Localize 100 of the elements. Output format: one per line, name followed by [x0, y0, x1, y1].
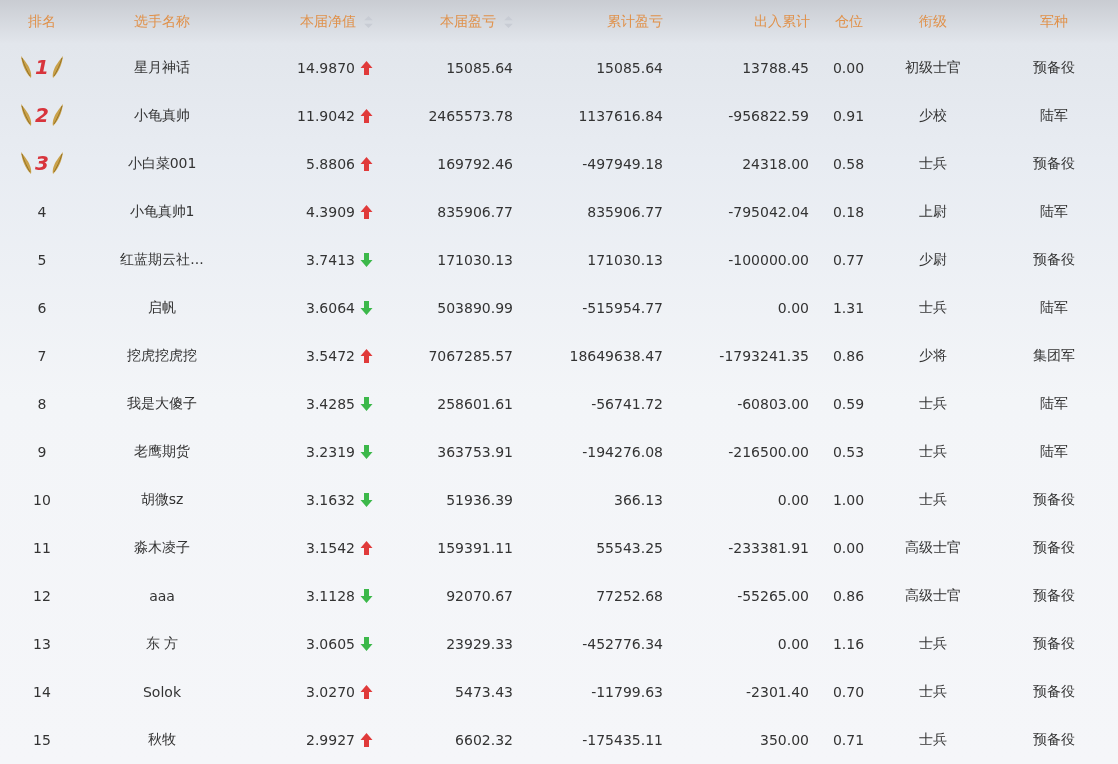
rank-title: 少将 [918, 347, 947, 363]
player-name: 我是大傻子 [127, 395, 197, 411]
profit-value: 51936.39 [446, 492, 513, 508]
service-branch: 预备役 [1033, 59, 1075, 75]
net-value: 4.3909 [306, 204, 355, 220]
position-ratio: 1.16 [832, 636, 865, 652]
cash-flow-total: -1793241.35 [719, 348, 809, 364]
cash-flow-total: -2301.40 [746, 684, 809, 700]
cash-flow-total: 350.00 [760, 732, 809, 748]
cash-flow-total: -100000.00 [728, 252, 809, 268]
cash-flow-total: -233381.91 [728, 540, 809, 556]
position-ratio: 0.58 [832, 156, 865, 172]
profit-value: 171030.13 [437, 252, 513, 268]
service-branch: 预备役 [1033, 587, 1075, 603]
rank-title: 上尉 [918, 203, 947, 219]
rank-medal: 1 [20, 53, 64, 80]
profit-value: 363753.91 [437, 444, 513, 460]
player-name: 秋牧 [148, 731, 176, 747]
rank-title: 士兵 [918, 731, 947, 747]
profit-value: 5473.43 [455, 684, 513, 700]
column-header: 出入累计 [754, 13, 810, 31]
position-ratio: 0.70 [832, 684, 865, 700]
rank-title: 士兵 [918, 683, 947, 699]
cumulative-profit: 366.13 [614, 492, 663, 508]
net-value: 3.4285 [306, 396, 355, 412]
rank-number: 11 [33, 540, 51, 556]
cumulative-profit: 171030.13 [587, 252, 663, 268]
service-branch: 预备役 [1033, 491, 1075, 507]
service-branch: 陆军 [1040, 299, 1068, 315]
rank-number: 9 [37, 444, 47, 460]
column-header: 军种 [1040, 13, 1068, 31]
position-ratio: 0.53 [832, 444, 865, 460]
cumulative-profit: 15085.64 [596, 60, 663, 76]
position-ratio: 1.00 [832, 492, 865, 508]
position-ratio: 0.91 [832, 108, 865, 124]
column-header: 选手名称 [134, 13, 190, 31]
position-ratio: 0.86 [832, 588, 865, 604]
service-branch: 陆军 [1040, 443, 1068, 459]
rank-title: 初级士官 [904, 59, 961, 75]
cumulative-profit: -515954.77 [582, 300, 663, 316]
service-branch: 陆军 [1040, 107, 1068, 123]
profit-value: 92070.67 [446, 588, 513, 604]
service-branch: 预备役 [1033, 635, 1075, 651]
player-name: 东 方 [145, 635, 179, 651]
net-value: 3.1128 [306, 588, 355, 604]
rank-title: 士兵 [918, 635, 947, 651]
rank-title: 少尉 [918, 251, 947, 267]
cumulative-profit: 835906.77 [587, 204, 663, 220]
cash-flow-total: 0.00 [777, 636, 809, 652]
position-ratio: 1.31 [832, 300, 865, 316]
position-ratio: 0.18 [832, 204, 865, 220]
net-value: 3.0605 [306, 636, 355, 652]
rank-number: 4 [37, 204, 47, 220]
column-header[interactable]: 本届净值 [300, 13, 373, 31]
cash-flow-total: -60803.00 [737, 396, 809, 412]
profit-value: 2465573.78 [428, 108, 513, 124]
net-value: 3.2319 [306, 444, 355, 460]
rank-title: 高级士官 [904, 539, 961, 555]
profit-value: 835906.77 [437, 204, 513, 220]
cumulative-profit: 77252.68 [596, 588, 663, 604]
service-branch: 集团军 [1033, 347, 1075, 363]
position-ratio: 0.00 [832, 60, 865, 76]
player-name: 挖虎挖虎挖 [127, 347, 197, 363]
cash-flow-total: 0.00 [777, 300, 809, 316]
player-name: 启帆 [148, 299, 176, 315]
player-name: 小龟真帅1 [129, 203, 195, 219]
profit-value: 7067285.57 [428, 348, 513, 364]
cumulative-profit: -11799.63 [591, 684, 663, 700]
column-header: 仓位 [834, 13, 863, 31]
column-header[interactable]: 本届盈亏 [440, 13, 513, 31]
cumulative-profit: -56741.72 [591, 396, 663, 412]
player-name: 老鹰期货 [134, 443, 190, 459]
service-branch: 陆军 [1040, 395, 1068, 411]
rank-medal: 3 [20, 149, 64, 176]
column-header: 累计盈亏 [607, 13, 663, 31]
rank-number: 8 [37, 396, 47, 412]
rank-medal: 2 [20, 101, 64, 128]
service-branch: 预备役 [1033, 539, 1075, 555]
profit-value: 23929.33 [446, 636, 513, 652]
profit-value: 159391.11 [437, 540, 513, 556]
rank-number: 10 [33, 492, 51, 508]
net-value: 3.1542 [306, 540, 355, 556]
cumulative-profit: -194276.08 [582, 444, 663, 460]
net-value: 3.1632 [306, 492, 355, 508]
rank-number: 12 [33, 588, 51, 604]
rank-title: 士兵 [918, 443, 947, 459]
profit-value: 258601.61 [437, 396, 513, 412]
cumulative-profit: -452776.34 [582, 636, 663, 652]
cash-flow-total: -55265.00 [737, 588, 809, 604]
net-value: 3.5472 [306, 348, 355, 364]
rank-title: 士兵 [918, 395, 947, 411]
rank-number: 15 [33, 732, 51, 748]
cumulative-profit: 18649638.47 [569, 348, 663, 364]
net-value: 11.9042 [297, 108, 355, 124]
net-value: 3.6064 [306, 300, 355, 316]
service-branch: 陆军 [1040, 203, 1068, 219]
rank-number: 7 [37, 348, 47, 364]
cash-flow-total: 24318.00 [742, 156, 809, 172]
position-ratio: 0.00 [832, 540, 865, 556]
profit-value: 6602.32 [455, 732, 513, 748]
